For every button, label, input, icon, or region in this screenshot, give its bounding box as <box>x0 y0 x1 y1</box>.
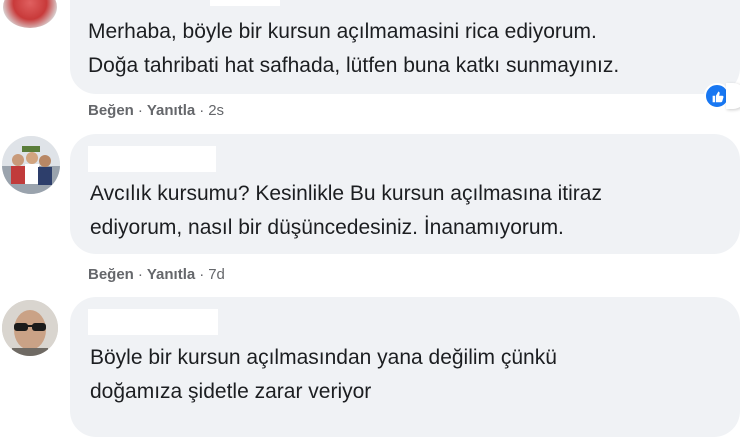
commenter-3-name-redacted <box>88 309 218 335</box>
comment-1-reaction-count[interactable] <box>704 83 740 109</box>
comment-1-reply-button[interactable]: Yanıtla <box>147 102 195 119</box>
comment-1-text-line-1: Merhaba, böyle bir kursun açılmamasini r… <box>88 20 597 43</box>
comment-1-separator-1: · <box>137 102 143 119</box>
comment-3-text-line-1: Böyle bir kursun açılmasından yana değil… <box>90 346 557 369</box>
comment-2-timestamp[interactable]: 7d <box>208 266 225 283</box>
comment-2-separator-2: · <box>199 266 205 283</box>
comment-2-like-button[interactable]: Beğen <box>88 266 134 283</box>
commenter-1-name-redacted <box>210 0 280 6</box>
comment-1-separator-2: · <box>199 102 205 119</box>
comment-2-text-line-1: Avcılık kursumu? Kesinlikle Bu kursun aç… <box>90 182 602 205</box>
reaction-count-pill <box>726 83 740 109</box>
comment-1-actions: Beğen · Yanıtla · 2s <box>88 102 224 119</box>
comment-1-like-button[interactable]: Beğen <box>88 102 134 119</box>
comment-2-reply-button[interactable]: Yanıtla <box>147 266 195 283</box>
person-with-sunglasses-icon <box>2 300 58 356</box>
commenter-1-avatar[interactable] <box>3 0 57 28</box>
comment-2-separator-1: · <box>137 266 143 283</box>
commenter-2-avatar[interactable] <box>2 136 60 194</box>
comment-1-timestamp[interactable]: 2s <box>208 102 224 119</box>
comment-1-text-line-2: Doğa tahribati hat safhada, lütfen buna … <box>88 54 620 77</box>
group-photo-icon <box>2 136 60 194</box>
comment-3-text-line-2: doğamıza şidetle zarar veriyor <box>90 380 372 403</box>
comment-2-text-line-2: ediyorum, nasıl bir düşüncedesiniz. İnan… <box>90 216 564 239</box>
commenter-3-avatar[interactable] <box>2 300 58 356</box>
comment-2-actions: Beğen · Yanıtla · 7d <box>88 266 225 283</box>
commenter-2-name-redacted <box>88 146 216 172</box>
